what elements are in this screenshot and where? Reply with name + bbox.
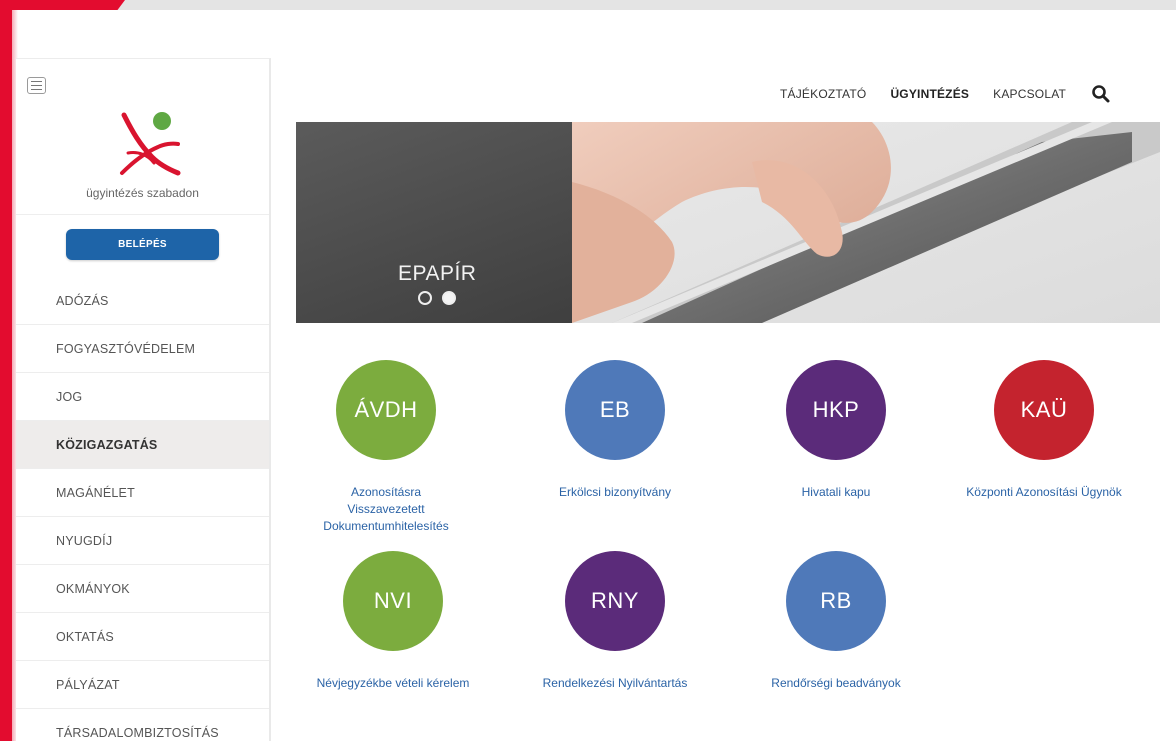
sidebar-item-oktatas[interactable]: OKTATÁS	[16, 613, 269, 661]
brand-corner	[0, 0, 125, 10]
banner-caption: EPAPÍR	[398, 262, 477, 285]
service-badge[interactable]: NVI	[343, 551, 443, 651]
service-rny[interactable]: RNY Rendelkezési Nyilvántartás	[505, 551, 725, 692]
top-nav: TÁJÉKOZTATÓ ÜGYINTÉZÉS KAPCSOLAT	[780, 84, 1111, 104]
service-nvi[interactable]: NVI Névjegyzékbe vételi kérelem	[283, 551, 503, 692]
service-badge[interactable]: RB	[786, 551, 886, 651]
sidebar-item-kozigazgatas[interactable]: KÖZIGAZGATÁS	[16, 421, 269, 469]
service-badge[interactable]: ÁVDH	[336, 360, 436, 460]
sidebar-divider	[16, 214, 269, 215]
nav-link-kapcsolat[interactable]: KAPCSOLAT	[993, 87, 1066, 101]
service-eb[interactable]: EB Erkölcsi bizonyítvány	[505, 360, 725, 501]
site-logo[interactable]: ügyintézés szabadon	[16, 107, 269, 215]
sidebar-item-nyugdij[interactable]: NYUGDÍJ	[16, 517, 269, 565]
nav-link-ugyintezes[interactable]: ÜGYINTÉZÉS	[890, 87, 969, 101]
sidebar-item-palyazat[interactable]: PÁLYÁZAT	[16, 661, 269, 709]
service-badge[interactable]: RNY	[565, 551, 665, 651]
service-label[interactable]: Rendelkezési Nyilvántartás	[505, 675, 725, 692]
logo-caption: ügyintézés szabadon	[86, 186, 199, 200]
login-button[interactable]: BELÉPÉS	[66, 229, 219, 260]
sidebar-item-maganelet[interactable]: MAGÁNÉLET	[16, 469, 269, 517]
logo-icon	[120, 112, 181, 176]
service-label[interactable]: Erkölcsi bizonyítvány	[505, 484, 725, 501]
service-badge[interactable]: EB	[565, 360, 665, 460]
sidebar: ügyintézés szabadon BELÉPÉS ADÓZÁS FOGYA…	[16, 58, 271, 741]
service-badge[interactable]: KAÜ	[994, 360, 1094, 460]
sidebar-nav: ADÓZÁS FOGYASZTÓVÉDELEM JOG KÖZIGAZGATÁS…	[16, 277, 269, 741]
service-label[interactable]: Névjegyzékbe vételi kérelem	[283, 675, 503, 692]
service-label[interactable]: Hivatali kapu	[726, 484, 946, 501]
sidebar-item-fogyasztovedelem[interactable]: FOGYASZTÓVÉDELEM	[16, 325, 269, 373]
service-label[interactable]: Központi Azonosítási Ügynök	[934, 484, 1154, 501]
sidebar-item-okmanyok[interactable]: OKMÁNYOK	[16, 565, 269, 613]
sidebar-item-jog[interactable]: JOG	[16, 373, 269, 421]
slide-dot-2[interactable]	[442, 291, 456, 305]
service-avdh[interactable]: ÁVDH Azonosításra Visszavezetett Dokumen…	[276, 360, 496, 535]
service-rb[interactable]: RB Rendőrségi beadványok	[726, 551, 946, 692]
banner-caption-panel: EPAPÍR	[296, 122, 572, 323]
service-kau[interactable]: KAÜ Központi Azonosítási Ügynök	[934, 360, 1154, 501]
nav-link-tajekoztato[interactable]: TÁJÉKOZTATÓ	[780, 87, 866, 101]
service-label[interactable]: Rendőrségi beadványok	[726, 675, 946, 692]
top-strip	[0, 0, 1176, 10]
banner-image	[572, 122, 1160, 323]
hero-banner[interactable]: EPAPÍR	[296, 122, 1160, 323]
slide-dot-1[interactable]	[418, 291, 432, 305]
sidebar-item-tarsadalombiztositas[interactable]: TÁRSADALOMBIZTOSÍTÁS	[16, 709, 269, 741]
tablet-hand-illustration	[572, 122, 1160, 323]
menu-toggle-icon[interactable]	[27, 77, 46, 94]
brand-edge	[0, 0, 12, 741]
search-icon[interactable]	[1091, 84, 1111, 104]
service-label[interactable]: Azonosításra Visszavezetett Dokumentumhi…	[276, 484, 496, 535]
service-badge[interactable]: HKP	[786, 360, 886, 460]
sidebar-item-adozas[interactable]: ADÓZÁS	[16, 277, 269, 325]
service-hkp[interactable]: HKP Hivatali kapu	[726, 360, 946, 501]
slider-dots	[418, 291, 456, 305]
